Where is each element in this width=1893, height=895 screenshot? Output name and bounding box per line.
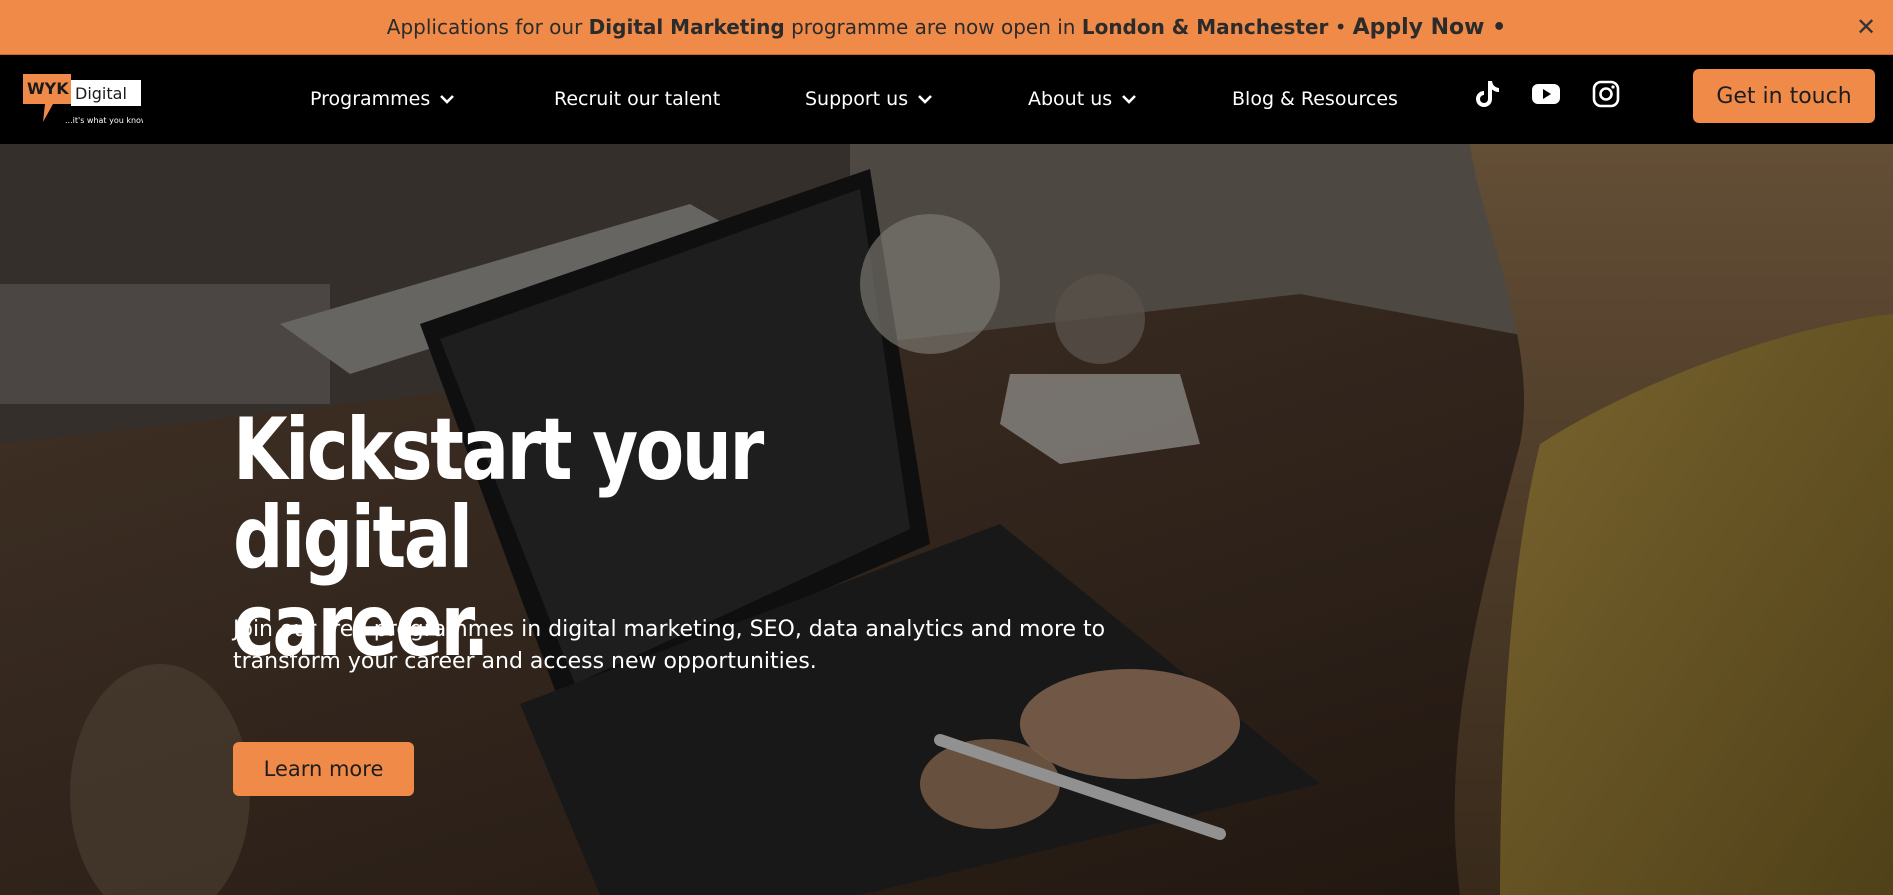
logo-tagline: ...it's what you know <box>65 116 143 125</box>
instagram-icon[interactable] <box>1589 77 1623 111</box>
apply-now-link[interactable]: Apply Now • <box>1353 15 1507 40</box>
announcement-locations: London & Manchester <box>1081 15 1329 39</box>
close-icon[interactable]: ✕ <box>1851 12 1881 42</box>
chevron-down-icon <box>1122 95 1137 104</box>
nav-programmes[interactable]: Programmes <box>310 85 456 113</box>
logo-word: Digital <box>75 84 127 103</box>
chevron-down-icon <box>918 95 933 104</box>
wyk-digital-logo[interactable]: WYK Digital ...it's what you know <box>21 72 143 130</box>
get-in-touch-button[interactable]: Get in touch <box>1693 69 1875 123</box>
nav-about-us[interactable]: About us <box>1028 85 1138 113</box>
nav-support-us[interactable]: Support us <box>805 85 934 113</box>
hero-section: Kickstart your digital career. Join our … <box>0 144 1893 895</box>
nav-blog-resources[interactable]: Blog & Resources <box>1232 85 1398 113</box>
announcement-programme: Digital Marketing <box>588 15 785 39</box>
announcement-bar: Applications for our Digital Marketing p… <box>0 0 1893 55</box>
logo-brand: WYK <box>27 79 69 98</box>
hero-subtitle: Join our free programmes in digital mark… <box>233 617 1106 674</box>
tiktok-icon[interactable] <box>1470 77 1504 111</box>
chevron-down-icon <box>440 95 455 104</box>
announcement-text: Applications for our Digital Marketing p… <box>386 15 1347 39</box>
youtube-icon[interactable] <box>1529 77 1563 111</box>
nav-recruit-our-talent[interactable]: Recruit our talent <box>554 85 720 113</box>
main-navbar: WYK Digital ...it's what you know Progra… <box>0 55 1893 144</box>
learn-more-button[interactable]: Learn more <box>233 742 414 796</box>
